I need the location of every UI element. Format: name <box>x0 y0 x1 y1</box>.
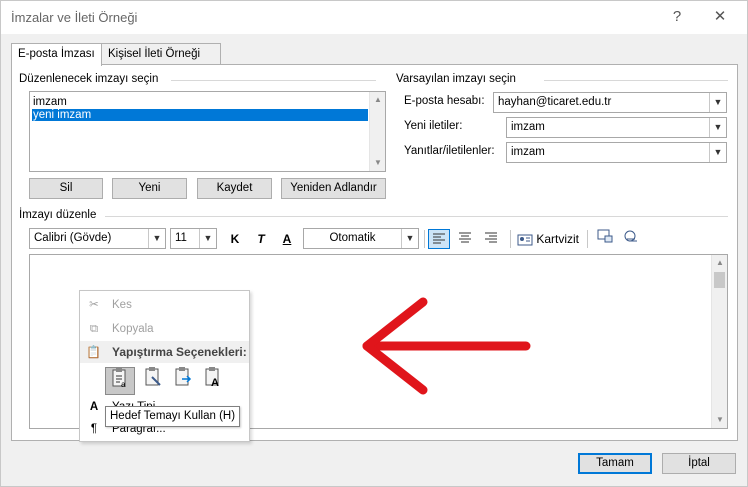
vcard-icon <box>517 234 533 246</box>
signature-list[interactable]: imzam yeni imzam ▲ ▼ <box>29 91 386 172</box>
toolbar-separator <box>510 230 511 248</box>
menu-item-label: Kes <box>112 299 132 311</box>
tab-personal-stationery[interactable]: Kişisel İleti Örneği <box>101 43 221 65</box>
font-value: Calibri (Gövde) <box>34 232 112 244</box>
account-dropdown[interactable]: hayhan@ticaret.edu.tr ▼ <box>493 92 727 113</box>
svg-text:a: a <box>121 380 126 388</box>
chevron-down-icon: ▼ <box>401 229 418 248</box>
font-dropdown[interactable]: Calibri (Gövde) ▼ <box>29 228 166 249</box>
color-value: Otomatik <box>329 232 376 244</box>
rename-button[interactable]: Yeniden Adlandır <box>281 178 386 199</box>
delete-button[interactable]: Sil <box>29 178 103 199</box>
edit-signature-label: İmzayı düzenle <box>19 209 97 221</box>
align-left-icon[interactable] <box>428 229 450 249</box>
paragraph-icon: ¶ <box>90 423 98 435</box>
chevron-down-icon: ▼ <box>199 229 216 248</box>
account-value: hayhan@ticaret.edu.tr <box>498 96 612 108</box>
tooltip: Hedef Temayı Kullan (H) <box>105 406 241 427</box>
scroll-up-icon[interactable]: ▲ <box>712 255 728 271</box>
tab-email-signature[interactable]: E-posta İmzası <box>11 43 102 66</box>
font-color-button[interactable]: A <box>278 229 296 249</box>
window-title: İmzalar ve İleti Örneği <box>11 10 138 25</box>
menu-item-copy[interactable]: ⧉ Kopyala <box>80 318 249 340</box>
new-button[interactable]: Yeni <box>112 178 187 199</box>
color-dropdown[interactable]: Otomatik ▼ <box>303 228 419 249</box>
chevron-down-icon: ▼ <box>709 118 726 137</box>
paste-merge-formatting-icon[interactable] <box>138 367 168 395</box>
hyperlink-icon[interactable] <box>621 229 641 249</box>
vcard-label: Kartvizit <box>536 232 580 246</box>
chevron-down-icon: ▼ <box>709 93 726 112</box>
clipboard-icon: 📋 <box>86 345 101 359</box>
group-divider <box>544 80 728 81</box>
paste-options-header: 📋 Yapıştırma Seçenekleri: <box>80 341 249 363</box>
replies-dropdown[interactable]: imzam ▼ <box>506 142 727 163</box>
new-messages-dropdown[interactable]: imzam ▼ <box>506 117 727 138</box>
editor-scrollbar[interactable]: ▲ ▼ <box>711 255 727 428</box>
font-size-dropdown[interactable]: 11 ▼ <box>170 228 217 249</box>
signatures-dialog: İmzalar ve İleti Örneği ? ✕ E-posta İmza… <box>0 0 748 487</box>
paste-use-destination-theme-icon[interactable]: a <box>105 367 135 395</box>
toolbar-separator <box>424 230 425 248</box>
default-signature-label: Varsayılan imzayı seçin <box>396 73 516 85</box>
toolbar-separator <box>587 230 588 248</box>
italic-button[interactable]: T <box>252 229 270 249</box>
svg-text:A: A <box>211 377 219 387</box>
group-divider <box>171 80 376 81</box>
scroll-down-icon[interactable]: ▼ <box>370 155 386 171</box>
chevron-down-icon: ▼ <box>709 143 726 162</box>
bold-button[interactable]: K <box>226 229 244 249</box>
font-size-value: 11 <box>175 232 187 244</box>
help-button[interactable]: ? <box>666 7 688 27</box>
select-signature-label: Düzenlenecek imzayı seçin <box>19 73 159 85</box>
paste-keep-text-only-icon[interactable]: A <box>198 367 228 395</box>
group-divider <box>105 216 728 217</box>
list-item[interactable]: imzam <box>32 96 368 108</box>
scroll-up-icon[interactable]: ▲ <box>370 92 386 108</box>
title-bar: İmzalar ve İleti Örneği ? ✕ <box>1 1 747 34</box>
align-center-icon[interactable] <box>454 229 476 249</box>
close-button[interactable]: ✕ <box>709 7 731 27</box>
chevron-down-icon: ▼ <box>148 229 165 248</box>
paste-options-label: Yapıştırma Seçenekleri: <box>112 345 247 359</box>
scroll-down-icon[interactable]: ▼ <box>712 412 728 428</box>
copy-icon: ⧉ <box>89 323 99 335</box>
new-messages-value: imzam <box>511 121 545 133</box>
menu-item-cut[interactable]: ✂ Kes <box>80 294 249 316</box>
account-label: E-posta hesabı: <box>404 95 485 107</box>
replies-label: Yanıtlar/iletilenler: <box>404 145 495 157</box>
font-icon: A <box>89 401 99 413</box>
red-arrow-annotation <box>362 297 531 395</box>
cancel-button[interactable]: İptal <box>662 453 736 474</box>
scroll-thumb[interactable] <box>714 272 725 288</box>
vcard-button[interactable]: Kartvizit <box>517 229 581 249</box>
insert-picture-icon[interactable] <box>595 229 615 249</box>
align-right-icon[interactable] <box>480 229 502 249</box>
scissors-icon: ✂ <box>89 299 99 311</box>
save-button[interactable]: Kaydet <box>197 178 272 199</box>
list-scrollbar[interactable]: ▲ ▼ <box>369 92 385 171</box>
replies-value: imzam <box>511 146 545 158</box>
paste-picture-icon[interactable] <box>168 367 198 395</box>
new-messages-label: Yeni iletiler: <box>404 120 463 132</box>
menu-item-label: Kopyala <box>112 323 154 335</box>
list-item-selected[interactable]: yeni imzam <box>32 109 368 121</box>
ok-button[interactable]: Tamam <box>578 453 652 474</box>
